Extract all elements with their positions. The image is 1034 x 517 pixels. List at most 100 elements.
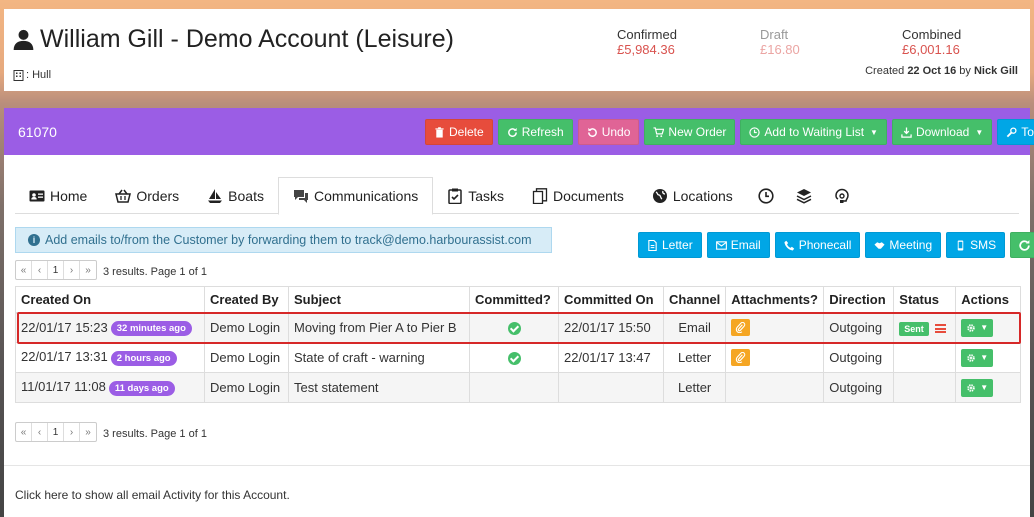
stat-value: £16.80 xyxy=(760,42,800,57)
tab-support[interactable] xyxy=(823,177,861,214)
refresh-icon xyxy=(507,127,517,137)
channel-cell: Letter xyxy=(662,372,727,403)
tab-history[interactable] xyxy=(747,177,785,214)
download-button[interactable]: Download ▼ xyxy=(891,119,993,145)
table-row[interactable]: 22/01/17 15:23 32 minutes ago Demo Login … xyxy=(15,312,1021,343)
refresh-button[interactable]: Refresh xyxy=(497,119,573,145)
tab-documents[interactable]: Documents xyxy=(518,177,638,214)
tab-home[interactable]: Home xyxy=(15,177,101,214)
prev-page-button[interactable]: ‹ xyxy=(32,423,48,441)
wrench-icon xyxy=(1006,126,1017,137)
phonecall-button[interactable]: Phonecall xyxy=(774,232,861,258)
undo-button[interactable]: Undo xyxy=(577,119,640,145)
direction-cell: Outgoing xyxy=(823,372,895,403)
row-actions-button[interactable]: ▼ xyxy=(961,318,994,337)
column-header[interactable]: Direction xyxy=(823,286,895,314)
tab-communications[interactable]: Communications xyxy=(277,177,434,215)
list-icon[interactable] xyxy=(934,324,946,334)
stat-label: Draft xyxy=(760,27,789,42)
meeting-label: Meeting xyxy=(889,238,933,252)
tab-locations[interactable]: Locations xyxy=(638,177,747,214)
tab-layers[interactable] xyxy=(785,177,823,214)
committed-cell xyxy=(469,342,559,373)
attachment-button[interactable] xyxy=(731,319,751,337)
meeting-button[interactable]: Meeting xyxy=(865,232,942,258)
tab-label: Communications xyxy=(313,188,419,204)
created-by: Nick Gill xyxy=(973,65,1018,77)
caret-down-icon: ▼ xyxy=(980,383,989,392)
attachments-cell xyxy=(725,372,825,403)
page-number-button[interactable]: 1 xyxy=(48,423,64,441)
refresh-communications-button[interactable] xyxy=(1010,232,1034,258)
created-on: 11/01/17 11:08 xyxy=(21,379,106,395)
add-to-waiting-list-button[interactable]: Add to Waiting List ▼ xyxy=(740,119,887,145)
prev-page-button[interactable]: ‹ xyxy=(32,261,48,279)
subject-cell: State of craft - warning xyxy=(288,342,470,373)
created-date: 22 Oct 16 xyxy=(907,65,957,77)
sms-label: SMS xyxy=(970,238,997,252)
stat-confirmed: Confirmed £5,984.36 xyxy=(617,27,677,57)
next-page-button[interactable]: › xyxy=(64,423,80,441)
created-on-cell: 22/01/17 15:23 32 minutes ago xyxy=(15,312,205,343)
next-page-button[interactable]: › xyxy=(64,261,80,279)
attachment-button[interactable] xyxy=(731,349,751,367)
page-number-button[interactable]: 1 xyxy=(48,261,64,279)
download-icon xyxy=(901,126,912,138)
gear-icon xyxy=(967,353,976,362)
refresh-icon xyxy=(1019,239,1030,251)
row-actions-button[interactable]: ▼ xyxy=(961,378,994,397)
show-email-activity-link[interactable]: Click here to show all email Activity fo… xyxy=(15,488,290,502)
subject-cell: Moving from Pier A to Pier B xyxy=(288,312,470,343)
last-page-button[interactable]: » xyxy=(80,423,96,441)
new-order-button[interactable]: New Order xyxy=(644,119,736,145)
channel-cell: Letter xyxy=(662,342,727,373)
actions-cell: ▼ xyxy=(955,312,1021,343)
user-icon xyxy=(13,29,34,50)
mobile-icon xyxy=(957,239,964,251)
age-badge: 11 days ago xyxy=(108,380,175,396)
table-row[interactable]: 11/01/17 11:08 11 days ago Demo Login Tes… xyxy=(15,372,1021,403)
column-header[interactable]: Committed? xyxy=(469,286,559,314)
letter-button[interactable]: Letter xyxy=(638,232,702,258)
delete-button[interactable]: Delete xyxy=(425,119,493,145)
caret-down-icon: ▼ xyxy=(980,323,989,333)
cart-icon xyxy=(653,126,665,137)
last-page-button[interactable]: » xyxy=(80,261,96,279)
column-header[interactable]: Subject xyxy=(288,286,470,314)
gear-icon xyxy=(967,324,976,332)
new-order-label: New Order xyxy=(668,125,727,139)
column-header[interactable]: Attachments? xyxy=(725,286,825,314)
tab-label: Tasks xyxy=(468,187,505,204)
column-header[interactable]: Created By xyxy=(204,286,289,314)
tab-tasks[interactable]: Tasks xyxy=(433,177,518,214)
status-badge: Sent xyxy=(899,321,929,336)
undo-label: Undo xyxy=(601,125,631,139)
column-header[interactable]: Channel xyxy=(662,286,727,314)
column-header[interactable]: Committed On xyxy=(558,286,664,314)
email-button[interactable]: Email xyxy=(706,232,770,258)
tools-button[interactable]: Tools▼ xyxy=(997,119,1034,145)
sms-button[interactable]: SMS xyxy=(946,232,1006,258)
support-icon xyxy=(835,188,849,203)
delete-label: Delete xyxy=(449,125,484,139)
status-cell xyxy=(893,342,957,373)
column-header[interactable]: Created On xyxy=(15,286,205,314)
building-icon xyxy=(13,69,24,81)
tab-orders[interactable]: Orders xyxy=(101,177,193,214)
column-header[interactable]: Status xyxy=(893,286,957,314)
age-badge: 2 hours ago xyxy=(110,350,177,366)
table-header-row: Created On Created By Subject Committed?… xyxy=(15,286,1021,314)
created-by-cell: Demo Login xyxy=(204,312,289,343)
attachments-cell xyxy=(725,342,825,373)
envelope-icon xyxy=(715,240,727,250)
pager-summary: 3 results. Page 1 of 1 xyxy=(103,266,207,278)
tab-bar: Home Orders Boats Communications Tasks D… xyxy=(15,177,1019,215)
first-page-button[interactable]: « xyxy=(16,423,32,441)
tab-boats[interactable]: Boats xyxy=(193,177,278,214)
subject-cell: Test statement xyxy=(288,372,470,403)
row-actions-button[interactable]: ▼ xyxy=(961,348,994,367)
account-location: : Hull xyxy=(13,69,51,81)
table-row[interactable]: 22/01/17 13:31 2 hours ago Demo Login Sta… xyxy=(15,342,1021,373)
id-card-icon xyxy=(29,190,45,201)
first-page-button[interactable]: « xyxy=(16,261,32,279)
